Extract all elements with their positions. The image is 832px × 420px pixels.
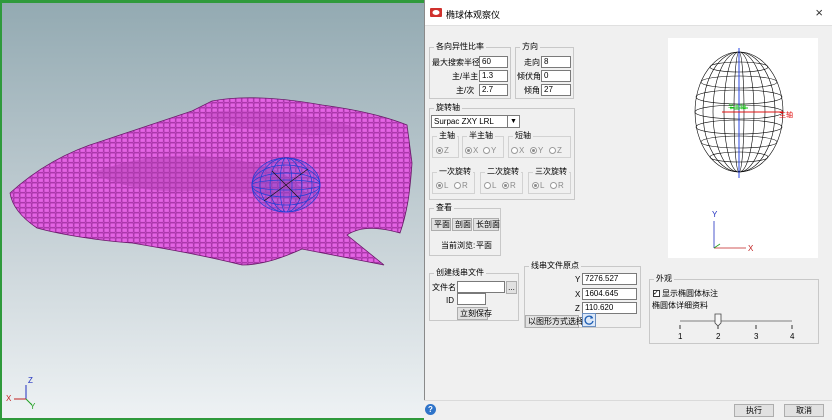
app-icon (430, 8, 442, 17)
dip-field[interactable]: 27 (541, 84, 571, 96)
section-view-button[interactable]: 剖面 (452, 218, 472, 231)
main-axis-title: 主轴 (437, 131, 457, 141)
rotation-axis-title: 旋转轴 (434, 103, 462, 113)
origin-y-label: Y (575, 275, 581, 284)
plan-view-button[interactable]: 平面 (431, 218, 451, 231)
max-radius-label: 最大搜索半径 (432, 58, 480, 67)
axis-z-label: Z (28, 376, 33, 385)
detail-slider[interactable] (672, 310, 802, 340)
ore-body-model (9, 97, 413, 406)
axis-y-label: Y (30, 402, 36, 411)
preview-y-label: Y (712, 210, 718, 219)
slider-tick-1: 1 (678, 332, 683, 341)
slider-tick-4: 4 (790, 332, 795, 341)
current-view-value: 平面 (476, 241, 492, 250)
dialog-title: 椭球体观察仪 (446, 10, 501, 20)
semi-axis-title: 半主轴 (467, 131, 495, 141)
preview-major-axis-label: 主轴 (779, 112, 793, 119)
origin-title: 线串文件原点 (529, 261, 581, 271)
major-semi-field[interactable]: 1.3 (479, 70, 508, 82)
second-rotation-title: 二次旋转 (485, 167, 521, 177)
origin-y-field[interactable]: 7276.527 (582, 273, 637, 285)
dip-label: 倾角 (524, 86, 540, 95)
semi-axis-x-radio[interactable]: X (465, 145, 478, 156)
second-rotation-l-radio[interactable]: L (484, 180, 496, 191)
first-rotation-title: 一次旋转 (437, 167, 473, 177)
id-field[interactable] (457, 293, 486, 305)
second-rotation-r-radio[interactable]: R (502, 180, 516, 191)
first-rotation-l-radio[interactable]: L (436, 180, 448, 191)
plunge-field[interactable]: 0 (541, 70, 571, 82)
dialog-titlebar[interactable]: 椭球体观察仪 × (425, 0, 832, 26)
main-axis-z-radio[interactable]: Z (436, 145, 449, 156)
refresh-icon[interactable] (582, 313, 596, 327)
long-section-button[interactable]: 长剖面 (473, 218, 500, 231)
close-button[interactable]: × (815, 5, 823, 20)
slider-tick-2: 2 (716, 332, 721, 341)
show-ellipsoid-label-text: 显示椭圆体标注 (662, 289, 718, 298)
major-semi-label: 主/半主 (452, 72, 479, 81)
preview-x-label: X (748, 244, 754, 253)
plunge-label: 倾伏角 (517, 72, 541, 81)
chevron-down-icon[interactable]: ▼ (507, 116, 519, 127)
view-title: 查看 (434, 203, 454, 213)
ellipsoid-preview-graphic (694, 48, 784, 249)
appearance-title: 外观 (654, 274, 674, 284)
rotation-convention-select[interactable]: Surpac ZXY LRL ▼ (431, 115, 520, 128)
semi-axis-y-radio[interactable]: Y (483, 145, 496, 156)
origin-z-label: Z (575, 304, 580, 313)
rotation-convention-value: Surpac ZXY LRL (434, 117, 494, 126)
browse-button[interactable]: ... (506, 281, 517, 294)
major-minor-label: 主/次 (456, 86, 475, 95)
ellipsoid-wireframe (251, 157, 321, 213)
save-now-button[interactable]: 立刻保存 (457, 307, 492, 320)
max-radius-field[interactable]: 60 (479, 56, 508, 68)
origin-x-field[interactable]: 1604.645 (582, 288, 637, 300)
axis-x-label: X (6, 394, 12, 403)
origin-x-label: X (575, 290, 581, 299)
slider-thumb (714, 313, 722, 327)
minor-axis-title: 短轴 (513, 131, 533, 141)
third-rotation-l-radio[interactable]: L (532, 180, 544, 191)
direction-title: 方向 (520, 42, 540, 52)
create-file-title: 创建线串文件 (434, 268, 486, 278)
third-rotation-r-radio[interactable]: R (550, 180, 564, 191)
ellipsoid-preview: 主轴 半主轴 Y X (668, 38, 818, 258)
anisotropy-title: 各向异性比率 (434, 42, 486, 52)
minor-axis-z-radio[interactable]: Z (549, 145, 562, 156)
checkbox-icon (653, 288, 660, 299)
strike-field[interactable]: 8 (541, 56, 571, 68)
third-rotation-title: 三次旋转 (533, 167, 569, 177)
3d-viewport[interactable]: Z X Y (0, 0, 424, 420)
file-name-label: 文件名 (432, 283, 456, 292)
slider-tick-3: 3 (754, 332, 759, 341)
id-label: ID (446, 296, 454, 305)
minor-axis-x-radio[interactable]: X (511, 145, 524, 156)
cancel-button[interactable]: 取消 (784, 404, 824, 417)
first-rotation-r-radio[interactable]: R (454, 180, 468, 191)
show-ellipsoid-label-checkbox[interactable]: 显示椭圆体标注 (653, 288, 718, 299)
strike-label: 走向 (524, 58, 540, 67)
major-minor-field[interactable]: 2.7 (479, 84, 508, 96)
minor-axis-y-radio[interactable]: Y (530, 145, 543, 156)
preview-semi-axis-label: 半主轴 (728, 105, 747, 111)
execute-button[interactable]: 执行 (734, 404, 774, 417)
pick-graphically-button[interactable]: 以图形方式选择 (525, 315, 584, 328)
help-icon[interactable]: ? (425, 404, 436, 415)
file-name-field[interactable] (457, 281, 505, 293)
current-view-label: 当前浏览: (441, 241, 476, 250)
